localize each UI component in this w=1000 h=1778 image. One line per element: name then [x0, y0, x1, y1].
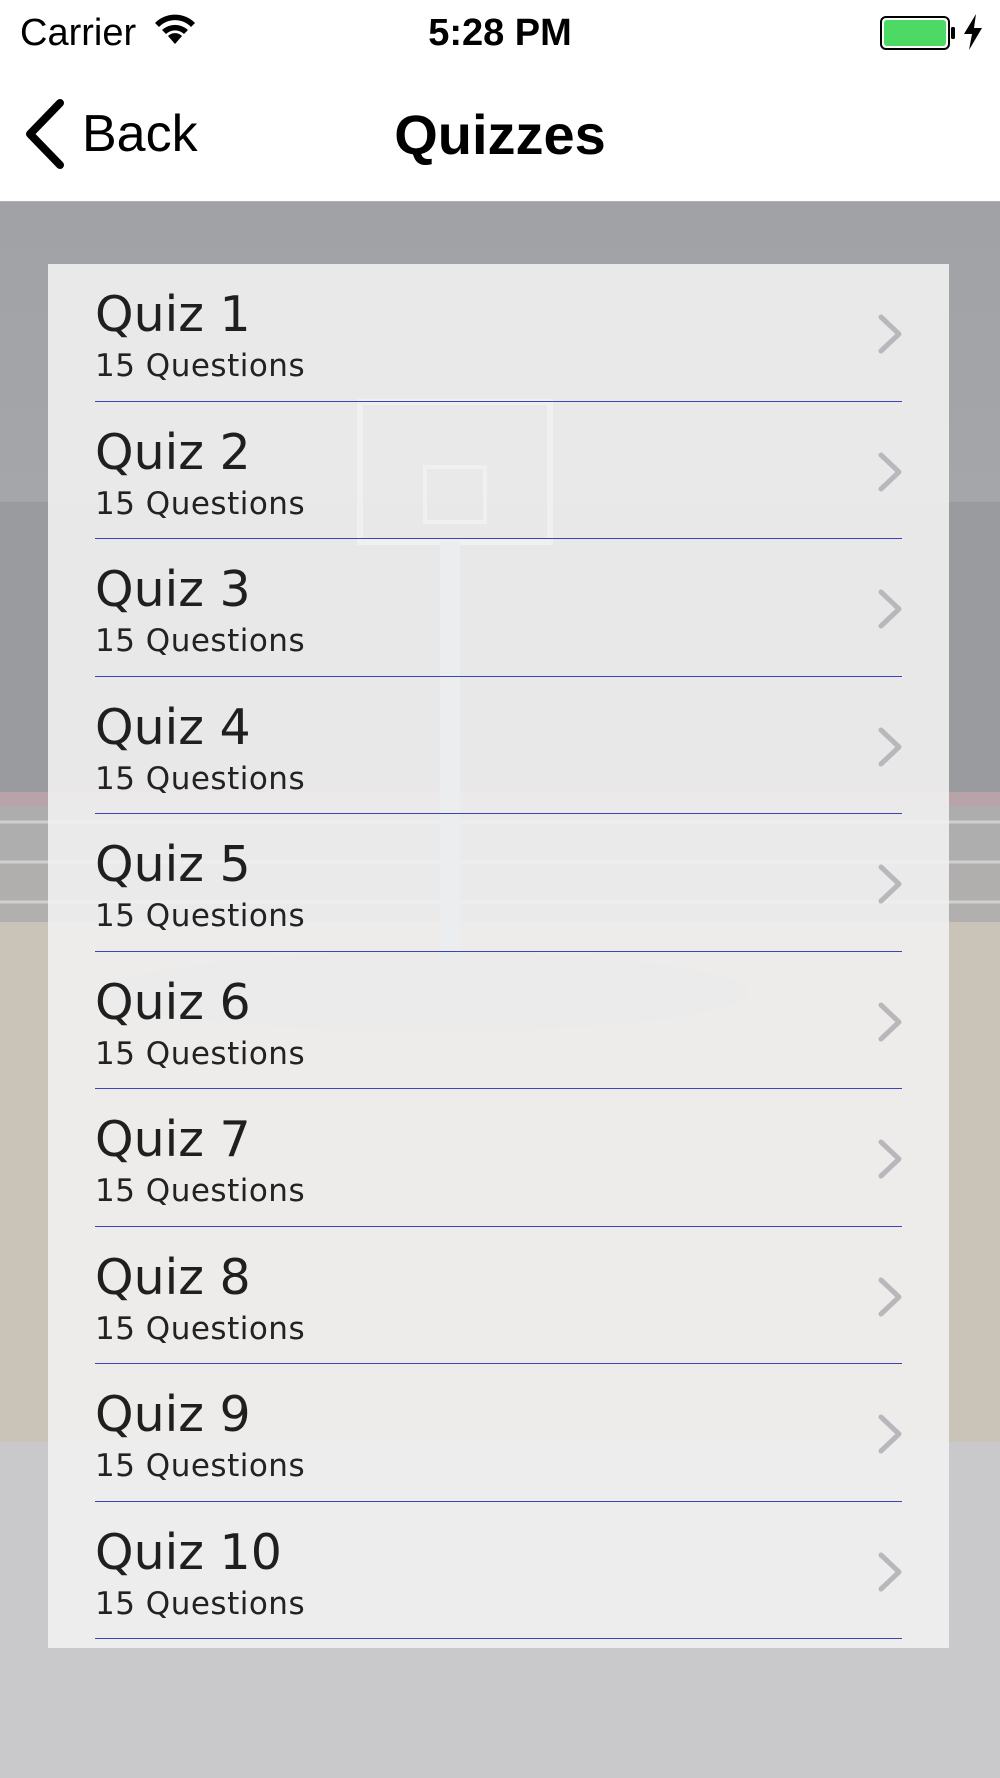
quiz-title: Quiz 10 — [95, 1523, 282, 1581]
battery-icon — [880, 16, 955, 50]
quiz-question-count: 15 Questions — [95, 1035, 306, 1072]
chevron-right-icon — [878, 1139, 902, 1179]
quiz-row[interactable]: Quiz 2 15 Questions — [48, 402, 949, 540]
chevron-right-icon — [878, 864, 902, 904]
quiz-title: Quiz 7 — [95, 1111, 251, 1168]
quiz-title: Quiz 9 — [95, 1386, 251, 1443]
quiz-question-count: 15 Questions — [95, 1448, 306, 1484]
quiz-title: Quiz 8 — [95, 1248, 251, 1306]
quiz-row[interactable]: Quiz 6 15 Questions — [48, 952, 949, 1090]
quiz-row[interactable]: Quiz 4 15 Questions — [48, 677, 949, 815]
quiz-row[interactable]: Quiz 5 15 Questions — [48, 814, 949, 952]
chevron-right-icon — [878, 589, 902, 629]
status-bar: Carrier 5:28 PM — [0, 0, 1000, 66]
chevron-right-icon — [878, 727, 902, 766]
quiz-row[interactable]: Quiz 8 15 Questions — [48, 1227, 949, 1365]
quiz-question-count: 15 Questions — [95, 1585, 306, 1622]
quiz-question-count: 15 Questions — [95, 898, 306, 934]
clock: 5:28 PM — [428, 12, 572, 54]
quiz-row[interactable]: Quiz 10 15 Questions — [48, 1502, 949, 1640]
quiz-title: Quiz 6 — [95, 973, 251, 1031]
quiz-row[interactable]: Quiz 9 15 Questions — [48, 1364, 949, 1502]
quiz-question-count: 15 Questions — [95, 1310, 306, 1347]
quiz-title: Quiz 2 — [95, 423, 251, 481]
page-title: Quizzes — [394, 103, 606, 166]
chevron-right-icon — [878, 1552, 902, 1591]
quiz-title: Quiz 4 — [95, 698, 251, 756]
quiz-question-count: 15 Questions — [95, 623, 306, 659]
navigation-bar: Back Quizzes — [0, 66, 1000, 202]
chevron-right-icon — [878, 452, 902, 491]
quiz-title: Quiz 5 — [95, 836, 251, 893]
quiz-row[interactable]: Quiz 3 15 Questions — [48, 539, 949, 677]
quiz-row[interactable]: Quiz 7 15 Questions — [48, 1089, 949, 1227]
quiz-row[interactable]: Quiz 1 15 Questions — [48, 264, 949, 402]
quiz-question-count: 15 Questions — [95, 1173, 306, 1209]
chevron-right-icon — [878, 314, 902, 354]
charging-bolt-icon — [964, 14, 982, 50]
chevron-right-icon — [878, 1414, 902, 1454]
quiz-title: Quiz 1 — [95, 286, 251, 343]
quiz-list-panel: Quiz 1 15 Questions Quiz 2 15 Questions Quiz… — [48, 264, 949, 1648]
quiz-title: Quiz 3 — [95, 561, 251, 618]
quiz-question-count: 15 Questions — [95, 485, 306, 522]
chevron-right-icon — [878, 1277, 902, 1316]
chevron-right-icon — [878, 1002, 902, 1041]
quiz-question-count: 15 Questions — [95, 760, 306, 797]
quiz-question-count: 15 Questions — [95, 348, 306, 384]
quiz-list: Quiz 1 15 Questions Quiz 2 15 Questions Quiz… — [48, 264, 949, 1639]
